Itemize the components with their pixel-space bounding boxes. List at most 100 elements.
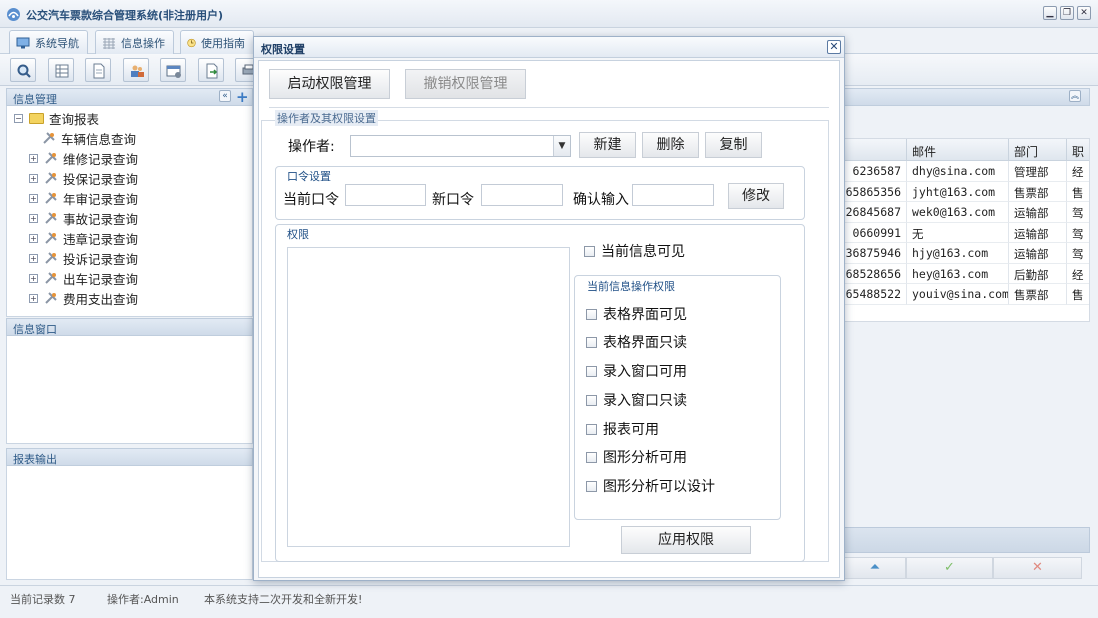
checkbox-icon[interactable] — [586, 308, 597, 320]
check-icon[interactable]: ✓ — [906, 557, 993, 579]
grid-cell-email[interactable]: 无 — [907, 222, 1009, 243]
search-button[interactable] — [10, 58, 36, 82]
copy-button[interactable]: 复制 — [705, 132, 762, 158]
grid-cell-phone[interactable]: 68528656 — [845, 263, 907, 284]
grid-cell-phone[interactable]: 65488522 — [845, 284, 907, 305]
grid-cell-phone[interactable]: 26845687 — [845, 202, 907, 223]
up-arrow-icon[interactable]: ⏶ — [844, 557, 906, 579]
tab-system-navigation[interactable]: 系统导航 — [9, 30, 88, 54]
grid-cell-position[interactable]: 驾 — [1067, 223, 1089, 243]
collapse-icon[interactable]: − — [14, 113, 23, 123]
grid-cell-position[interactable]: 驾 — [1067, 202, 1089, 223]
grid-cell-email[interactable]: dhy@sina.com — [907, 161, 1009, 182]
apply-permission-button[interactable]: 应用权限 — [621, 526, 751, 554]
cancel-icon[interactable]: ✕ — [993, 557, 1082, 579]
grid-cell-email[interactable]: hjy@163.com — [907, 243, 1009, 264]
grid-cell-phone[interactable]: 0660991 — [845, 222, 907, 243]
enable-permission-button[interactable]: 启动权限管理 — [269, 69, 390, 99]
grid-cell-position[interactable]: 驾 — [1067, 243, 1089, 264]
grid-cell-email[interactable]: wek0@163.com — [907, 202, 1009, 223]
new-button[interactable]: 新建 — [579, 132, 636, 158]
modify-password-button[interactable]: 修改 — [728, 183, 784, 209]
tree-item-expense[interactable]: + 费用支出查询 — [29, 288, 138, 308]
grid-cell-department[interactable]: 运输部 — [1009, 202, 1067, 223]
expand-icon[interactable]: + — [29, 193, 38, 203]
grid-cell-email[interactable]: hey@163.com — [907, 263, 1009, 284]
expand-icon[interactable]: + — [29, 173, 38, 183]
new-password-input[interactable] — [481, 184, 563, 206]
checkbox-icon[interactable] — [586, 423, 597, 435]
checkbox-icon[interactable] — [586, 394, 597, 406]
tree-item-accident[interactable]: + 事故记录查询 — [29, 208, 138, 228]
print-button[interactable] — [235, 58, 255, 82]
maximize-button[interactable]: ❐ — [1060, 6, 1074, 20]
permission-checkbox-report-enabled[interactable]: 报表可用 — [586, 419, 659, 439]
grid-cell-email[interactable]: jyht@163.com — [907, 181, 1009, 202]
tab-user-guide[interactable]: 使用指南 — [180, 30, 254, 54]
grid-cell-phone[interactable]: 65865356 — [845, 181, 907, 202]
permission-checkbox-chart-design[interactable]: 图形分析可以设计 — [586, 476, 715, 496]
checkbox-icon[interactable] — [586, 336, 597, 348]
expand-icon[interactable]: + — [29, 233, 38, 243]
permission-checkbox-chart-enabled[interactable]: 图形分析可用 — [586, 447, 687, 467]
collapse-double-chevron-icon[interactable]: « — [219, 90, 231, 102]
checkbox-icon[interactable] — [586, 480, 597, 492]
collapse-up-icon[interactable]: ︽ — [1069, 90, 1081, 102]
tree-item-dispatch[interactable]: + 出车记录查询 — [29, 268, 138, 288]
permission-checkbox-entry-readonly[interactable]: 录入窗口只读 — [586, 390, 687, 410]
expand-icon[interactable]: + — [29, 213, 38, 223]
expand-icon[interactable]: + — [29, 293, 38, 303]
grid-cell-position[interactable]: 经 — [1067, 161, 1089, 182]
current-password-input[interactable] — [345, 184, 426, 206]
plus-icon[interactable]: + — [236, 88, 249, 106]
delete-button[interactable]: 删除 — [642, 132, 699, 158]
close-icon[interactable]: ✕ — [827, 40, 841, 54]
grid-cell-position[interactable]: 售 — [1067, 182, 1089, 202]
dialog-title-bar[interactable]: 权限设置 ✕ — [254, 37, 844, 58]
checkbox-icon[interactable] — [586, 451, 597, 463]
table-button[interactable] — [48, 58, 74, 82]
document-button[interactable] — [85, 58, 111, 82]
window-button[interactable] — [160, 58, 186, 82]
expand-icon[interactable]: + — [29, 153, 38, 163]
minimize-button[interactable]: ▁ — [1043, 6, 1057, 20]
chevron-down-icon[interactable]: ▼ — [553, 136, 570, 156]
column-header-department[interactable]: 部门 — [1009, 139, 1067, 161]
grid-cell-position[interactable]: 经 — [1067, 264, 1089, 284]
users-button[interactable] — [123, 58, 149, 82]
checkbox-icon[interactable] — [584, 245, 595, 257]
grid-cell-department[interactable]: 管理部 — [1009, 161, 1067, 182]
permission-checkbox-table-readonly[interactable]: 表格界面只读 — [586, 332, 687, 352]
permission-list[interactable] — [287, 247, 570, 547]
grid-cell-department[interactable]: 售票部 — [1009, 284, 1067, 305]
grid-cell-department[interactable]: 运输部 — [1009, 243, 1067, 264]
expand-icon[interactable]: + — [29, 273, 38, 283]
close-window-button[interactable]: ✕ — [1077, 6, 1091, 20]
checkbox-icon[interactable] — [586, 365, 597, 377]
grid-cell-position[interactable]: 售 — [1067, 284, 1089, 305]
expand-icon[interactable]: + — [29, 253, 38, 263]
tree-item-insurance[interactable]: + 投保记录查询 — [29, 168, 138, 188]
revoke-permission-button[interactable]: 撤销权限管理 — [405, 69, 526, 99]
permission-checkbox-table-visible[interactable]: 表格界面可见 — [586, 304, 687, 324]
grid-cell-phone[interactable]: 36875946 — [845, 243, 907, 264]
export-button[interactable] — [198, 58, 224, 82]
tree-item-complaint[interactable]: + 投诉记录查询 — [29, 248, 138, 268]
grid-cell-department[interactable]: 运输部 — [1009, 222, 1067, 243]
column-header-position[interactable]: 职 — [1067, 139, 1089, 161]
tree-item-vehicle-info[interactable]: 车辆信息查询 — [42, 128, 136, 148]
tree-item-maintenance[interactable]: + 维修记录查询 — [29, 148, 138, 168]
tree-item-annual-review[interactable]: + 年审记录查询 — [29, 188, 138, 208]
grid-cell-phone[interactable]: 6236587 — [845, 161, 907, 182]
column-header[interactable] — [845, 139, 907, 161]
column-header-email[interactable]: 邮件 — [907, 139, 1009, 161]
current-visible-checkbox[interactable]: 当前信息可见 — [584, 241, 685, 261]
grid-cell-email[interactable]: youiv@sina.com — [907, 284, 1009, 305]
tree-root[interactable]: − 查询报表 — [14, 108, 99, 128]
grid-cell-department[interactable]: 后勤部 — [1009, 263, 1067, 284]
permission-checkbox-entry-enabled[interactable]: 录入窗口可用 — [586, 361, 687, 381]
tree-item-violation[interactable]: + 违章记录查询 — [29, 228, 138, 248]
confirm-password-input[interactable] — [632, 184, 714, 206]
grid-cell-department[interactable]: 售票部 — [1009, 181, 1067, 202]
tab-information-operation[interactable]: 信息操作 — [95, 30, 174, 54]
